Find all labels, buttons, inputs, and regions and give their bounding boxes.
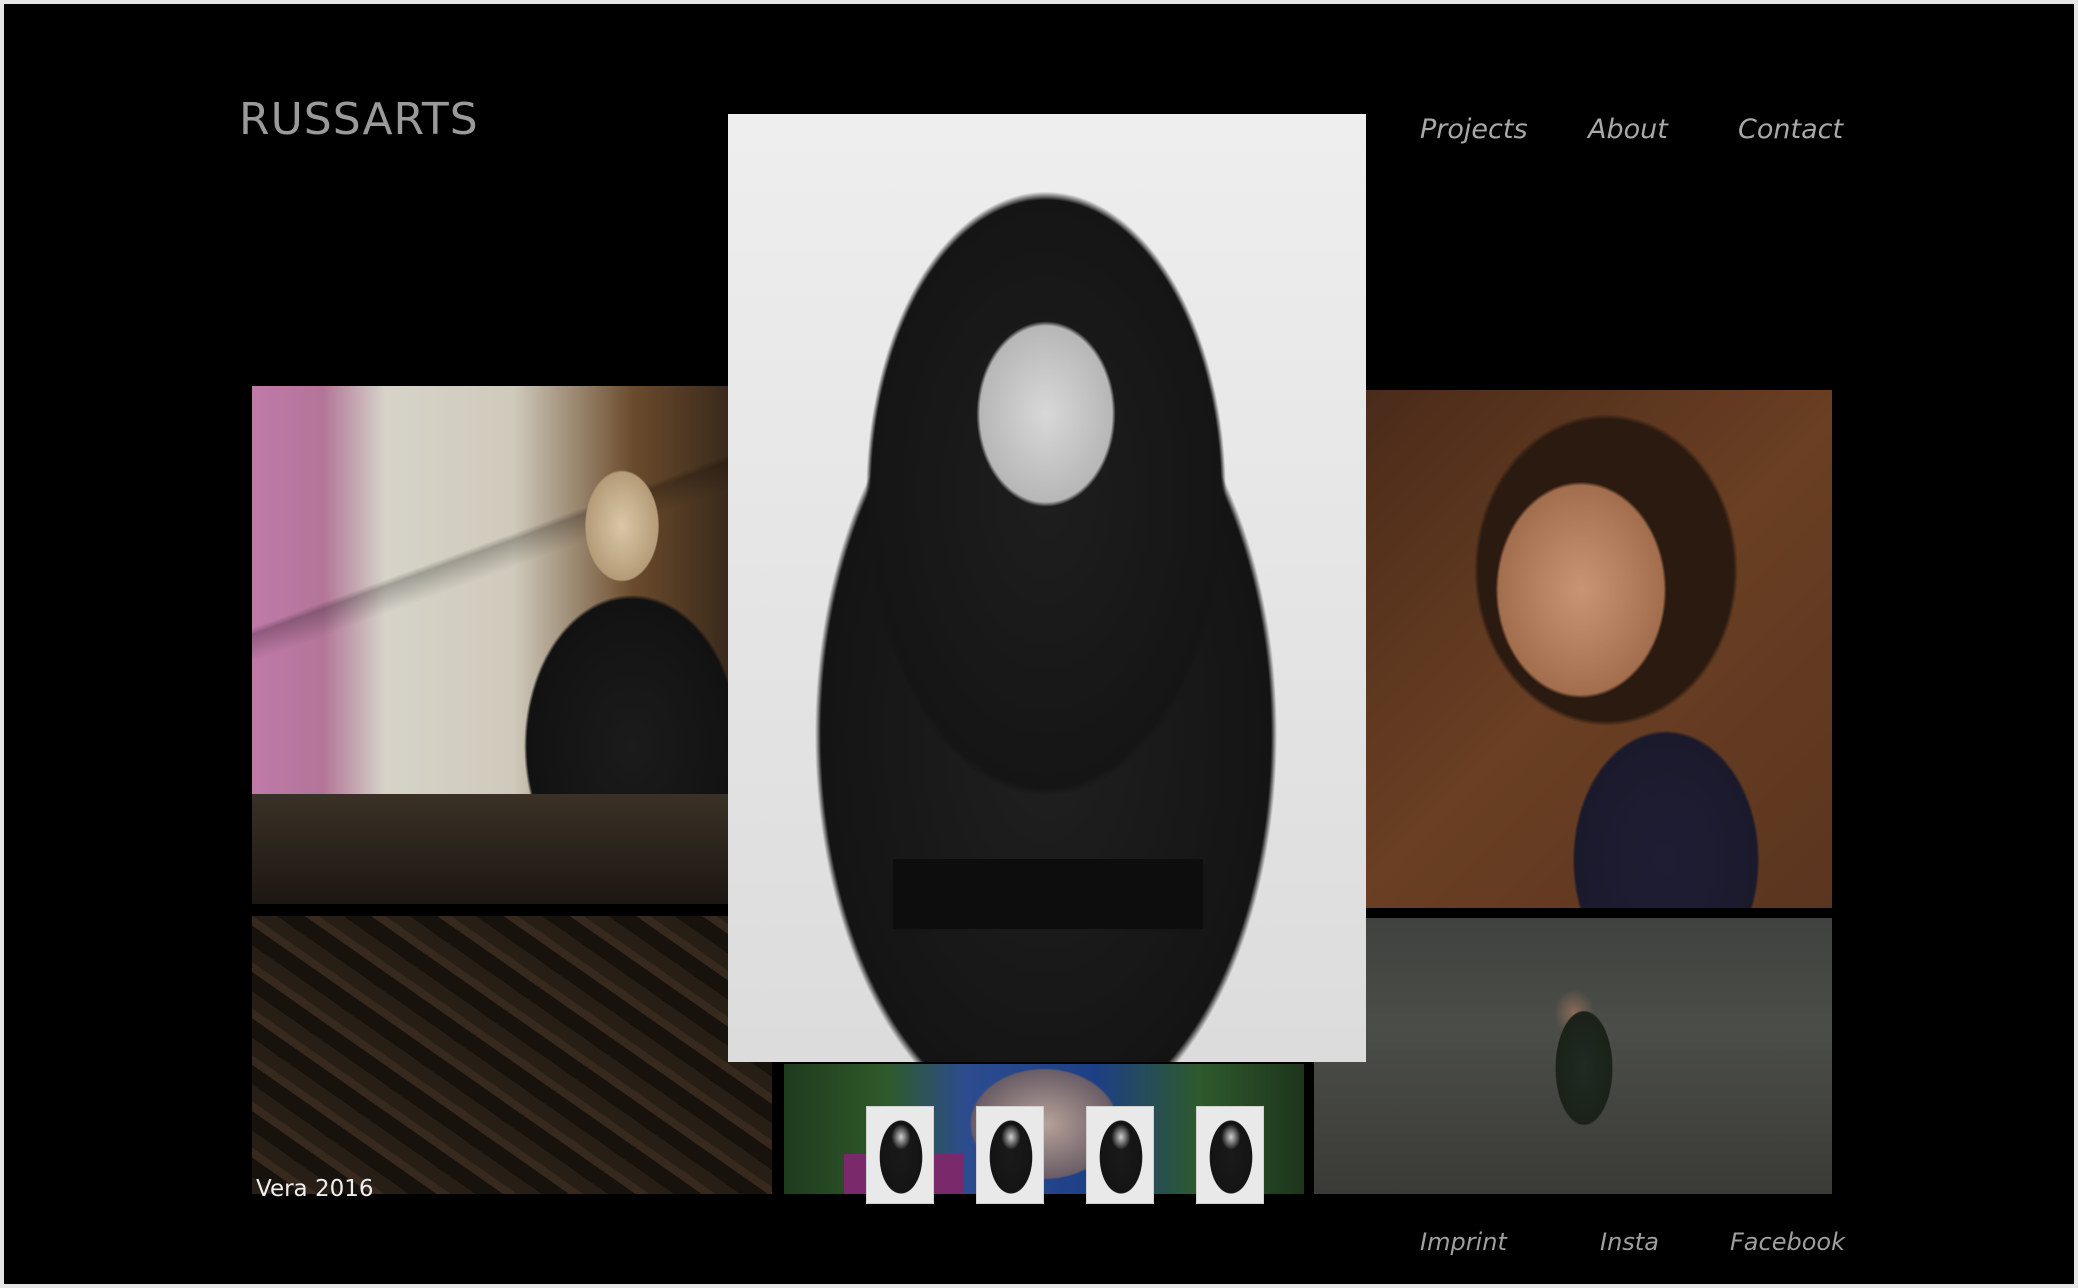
gallery-caption: Vera 2016 [256,1176,374,1202]
site-logo[interactable]: RUSSARTS [239,94,479,145]
page-frame: RUSSARTS Projects About Contact Vera 201… [4,4,2074,1284]
thumbnail-2[interactable] [976,1106,1044,1204]
thumbnail-1[interactable] [866,1106,934,1204]
thumbnail-strip [866,1106,1266,1206]
gallery-photo-parking-lot[interactable] [1314,918,1832,1194]
gallery-photo-graffiti[interactable] [252,386,728,904]
gallery-main-photo[interactable] [728,114,1366,1062]
footer-link-insta[interactable]: Insta [1600,1228,1659,1256]
footer-link-imprint[interactable]: Imprint [1420,1228,1507,1256]
thumbnail-4[interactable] [1196,1106,1264,1204]
nav-link-projects[interactable]: Projects [1420,114,1528,145]
footer-link-facebook[interactable]: Facebook [1730,1228,1845,1256]
gallery-photo-wood[interactable] [252,916,772,1194]
gallery-photo-portrait[interactable] [1366,390,1832,908]
thumbnail-3[interactable] [1086,1106,1154,1204]
nav-link-about[interactable]: About [1588,114,1668,145]
nav-link-contact[interactable]: Contact [1738,114,1843,145]
